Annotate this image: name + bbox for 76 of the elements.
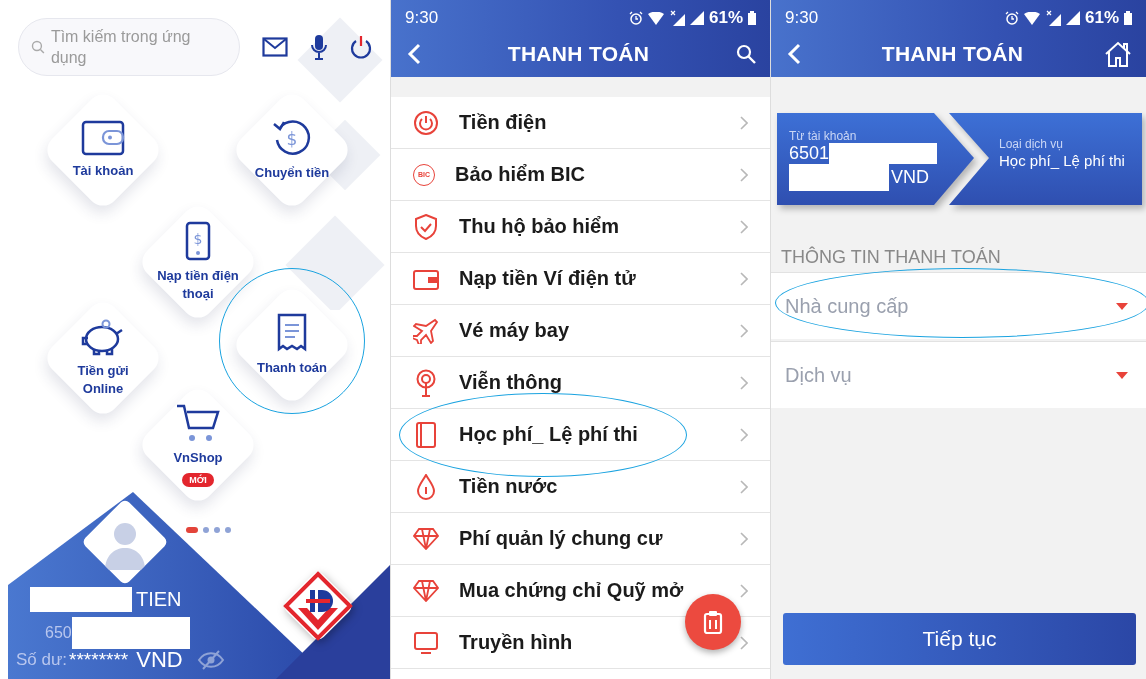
currency-label: VND [891, 167, 929, 188]
shield-check-icon [413, 213, 439, 240]
mail-icon[interactable] [262, 37, 288, 57]
section-heading: THÔNG TIN THANH TOÁN [781, 247, 1002, 268]
search-icon[interactable] [736, 43, 756, 64]
payment-list-item[interactable]: Thu hộ bảo hiểm [391, 201, 770, 253]
wallet-icon [413, 267, 439, 290]
dropdown-caret-icon [1116, 371, 1128, 379]
page-indicator-dot[interactable] [225, 527, 231, 533]
wallet-icon [81, 120, 125, 156]
currency-label: VND [136, 647, 183, 673]
chevron-right-icon [740, 531, 748, 546]
signal-icon [689, 11, 704, 25]
account-number: 650 [45, 624, 72, 642]
page-indicator-dot[interactable] [214, 527, 220, 533]
status-time: 9:30 [405, 8, 439, 28]
home-icon[interactable] [1104, 40, 1132, 67]
back-icon[interactable] [787, 42, 801, 65]
microphone-icon[interactable] [310, 34, 328, 60]
account-name: TIEN [136, 588, 182, 611]
payment-list-item[interactable]: Vé máy bay [391, 305, 770, 357]
chevron-right-icon [740, 271, 748, 286]
power-icon[interactable] [350, 35, 372, 59]
page-indicator-dot[interactable] [203, 527, 209, 533]
payment-list-item[interactable]: Tiền nước [391, 461, 770, 513]
payment-list-item[interactable]: Viễn thông [391, 357, 770, 409]
chevron-right-icon [740, 479, 748, 494]
clipboard-icon [703, 610, 723, 634]
tv-icon [413, 631, 439, 654]
signal-icon [1065, 11, 1080, 25]
chevron-right-icon [740, 583, 748, 598]
alarm-icon [1004, 11, 1019, 25]
chevron-right-icon [740, 635, 748, 650]
receipt-icon [277, 313, 307, 353]
back-icon[interactable] [407, 42, 421, 65]
book-icon [413, 421, 439, 448]
signal-icon [668, 10, 685, 26]
chevron-right-icon [740, 427, 748, 442]
screen-title: THANH TOÁN [881, 41, 1024, 66]
search-icon [31, 40, 45, 54]
balance-value: ******** [69, 649, 129, 671]
payment-list-item[interactable]: Nạp tiền Ví điện tử [391, 253, 770, 305]
service-type-value: Học phí_ Lệ phí thi [999, 151, 1126, 170]
battery-icon [1124, 11, 1132, 25]
battery-percent: 61% [708, 8, 743, 28]
battery-percent: 61% [1084, 8, 1119, 28]
account-number: 6501 [789, 143, 830, 164]
balance-label: Số dư: [16, 650, 68, 670]
continue-button[interactable]: Tiếp tục [783, 613, 1136, 665]
wifi-icon [1023, 11, 1040, 25]
power-circle-icon [413, 109, 439, 136]
chevron-right-icon [740, 219, 748, 234]
from-account-label: Từ tài khoản [789, 129, 858, 143]
phone-dollar-icon: $ [185, 221, 211, 261]
service-type-label: Loại dịch vụ [999, 137, 1065, 151]
chevron-right-icon [740, 167, 748, 182]
airplane-icon [413, 317, 439, 344]
hidden-eye-icon[interactable] [196, 650, 225, 670]
shopping-cart-icon [176, 403, 220, 443]
wifi-icon [647, 11, 664, 25]
new-badge: MỚI [182, 473, 214, 487]
clipboard-fab[interactable] [685, 594, 741, 650]
payment-list-item[interactable]: Tiền điện [391, 97, 770, 149]
battery-icon [748, 11, 756, 25]
chevron-right-icon [740, 115, 748, 130]
diamond-icon [413, 527, 439, 550]
diamond-icon [413, 579, 439, 602]
payment-list-item[interactable]: Học phí_ Lệ phí thi [391, 409, 770, 461]
status-time: 9:30 [785, 8, 819, 28]
chevron-right-icon [740, 375, 748, 390]
screen-title: THANH TOÁN [507, 41, 650, 66]
signal-icon [1044, 10, 1061, 26]
chevron-right-icon [740, 323, 748, 338]
dropdown-caret-icon [1116, 302, 1128, 310]
alarm-icon [628, 11, 643, 25]
payment-list-item[interactable]: Phí quản lý chung cư [391, 513, 770, 565]
